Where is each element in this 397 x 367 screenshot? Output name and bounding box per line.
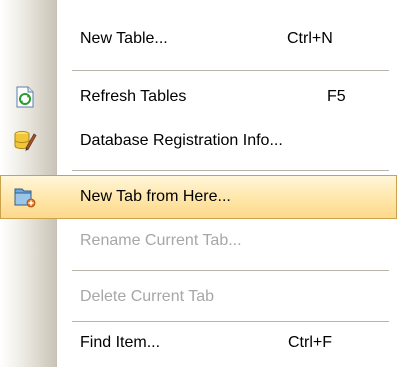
menu-item-new-tab-from-here[interactable]: New Tab from Here... [0, 175, 397, 219]
menu-item-label: Rename Current Tab... [80, 232, 242, 249]
menu-item-label: Database Registration Info... [80, 132, 283, 149]
menu-item-find-item[interactable]: Find Item... Ctrl+F [0, 321, 397, 365]
menu-item-rename-current-tab: Rename Current Tab... [0, 219, 397, 263]
menu-item-refresh-tables[interactable]: Refresh Tables F5 [0, 75, 397, 119]
menu-item-shortcut: Ctrl+N [287, 30, 333, 47]
menu-item-shortcut: F5 [327, 88, 346, 105]
menu-item-label: Delete Current Tab [80, 288, 214, 305]
menu-item-label: New Table... [80, 30, 168, 47]
menu-separator [72, 70, 389, 71]
menu-item-database-registration-info[interactable]: Database Registration Info... [0, 119, 397, 163]
menu-item-delete-current-tab: Delete Current Tab [0, 275, 397, 319]
new-tab-icon [13, 186, 37, 208]
refresh-icon [13, 86, 37, 108]
database-edit-icon [13, 130, 37, 152]
menu-item-new-table[interactable]: New Table... Ctrl+N [0, 17, 397, 61]
menu-item-shortcut: Ctrl+F [288, 334, 332, 351]
menu-item-label: New Tab from Here... [80, 188, 231, 205]
menu-separator [72, 170, 389, 171]
menu-item-label: Find Item... [80, 334, 161, 351]
menu-item-label: Refresh Tables [80, 88, 187, 105]
context-menu: New Table... Ctrl+N Refresh Tables F5 Da… [0, 0, 397, 367]
menu-separator [72, 270, 389, 271]
